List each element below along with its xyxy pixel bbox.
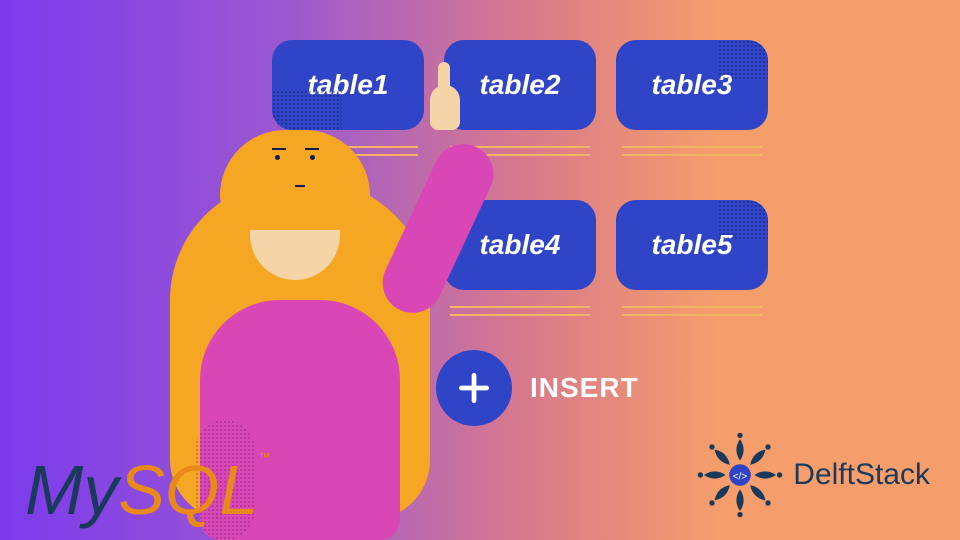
insert-label: INSERT	[530, 372, 639, 404]
table-card-5: table5	[616, 200, 768, 290]
delftstack-logo: </> DelftStack	[695, 430, 930, 520]
mysql-sql: SQL	[118, 451, 258, 529]
delftstack-text: DelftStack	[793, 458, 930, 492]
mysql-logo: MySQL™	[25, 450, 270, 530]
table-card-3: table3	[616, 40, 768, 130]
insert-action: INSERT	[436, 350, 639, 426]
plus-icon	[436, 350, 512, 426]
mandala-icon: </>	[695, 430, 785, 520]
svg-text:</>: </>	[733, 472, 748, 483]
underline	[622, 140, 762, 162]
table-label: table2	[480, 69, 561, 101]
underline	[622, 300, 762, 322]
mysql-tm: ™	[258, 450, 270, 464]
mysql-my: My	[25, 451, 118, 529]
table-label: table4	[480, 229, 561, 261]
